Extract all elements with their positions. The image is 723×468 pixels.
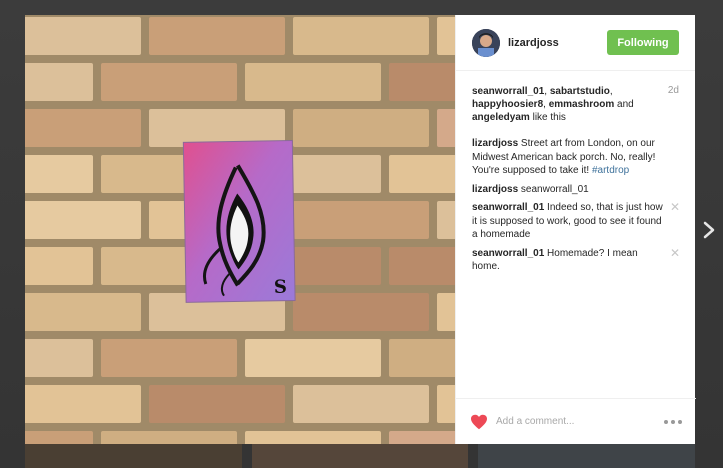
post-author-username[interactable]: lizardjoss <box>508 37 559 49</box>
liker-username[interactable]: happyhoosier8 <box>472 99 543 110</box>
add-comment-input[interactable] <box>496 416 646 427</box>
post-header: lizardjoss Following <box>456 15 695 71</box>
grid-thumb[interactable] <box>478 444 696 468</box>
comments-list: lizardjoss Street art from London, on ou… <box>472 137 680 279</box>
art-card: S <box>182 139 296 303</box>
post-side-panel: lizardjoss Following seanworrall_01, sab… <box>455 15 696 444</box>
avatar[interactable] <box>472 28 500 57</box>
comment-bar <box>456 398 696 444</box>
comment-item: seanworrall_01 Indeed so, that is just h… <box>472 200 680 242</box>
comment-username[interactable]: seanworrall_01 <box>472 202 544 213</box>
close-icon[interactable]: ✕ <box>670 200 680 215</box>
comment-item: lizardjoss seanworrall_01 <box>472 183 680 197</box>
liker-username[interactable]: seanworrall_01 <box>472 86 544 97</box>
profile-grid-strip <box>25 444 696 468</box>
heart-icon[interactable] <box>470 414 488 430</box>
more-dots-icon[interactable] <box>664 419 682 424</box>
comment-text: seanworrall_01 <box>518 183 589 195</box>
chevron-right-icon[interactable] <box>702 220 716 240</box>
following-button[interactable]: Following <box>607 30 679 55</box>
post-timestamp[interactable]: 2d <box>668 85 679 96</box>
comment-username[interactable]: lizardjoss <box>472 184 518 195</box>
artist-signature: S <box>274 277 287 298</box>
liker-username[interactable]: sabartstudio <box>550 86 610 97</box>
liker-username[interactable]: angeledyam <box>472 112 530 123</box>
grid-thumb[interactable] <box>251 444 469 468</box>
brick-wall-image: S <box>25 15 455 444</box>
likes-summary: seanworrall_01, sabartstudio, happyhoosi… <box>472 86 634 123</box>
grid-thumb[interactable] <box>25 444 242 468</box>
post-photo[interactable]: S <box>25 15 455 444</box>
comment-username[interactable]: seanworrall_01 <box>472 248 544 259</box>
post-modal: S lizardjoss Following seanworrall_01, s… <box>25 15 696 444</box>
caption: lizardjoss Street art from London, on ou… <box>472 137 680 178</box>
close-icon[interactable]: ✕ <box>670 246 680 261</box>
comment-username[interactable]: lizardjoss <box>472 138 518 149</box>
comment-item: seanworrall_01 Homemade? I mean home. ✕ <box>472 246 680 274</box>
hashtag-link[interactable]: #artdrop <box>592 165 629 176</box>
liker-username[interactable]: emmashroom <box>549 99 615 110</box>
